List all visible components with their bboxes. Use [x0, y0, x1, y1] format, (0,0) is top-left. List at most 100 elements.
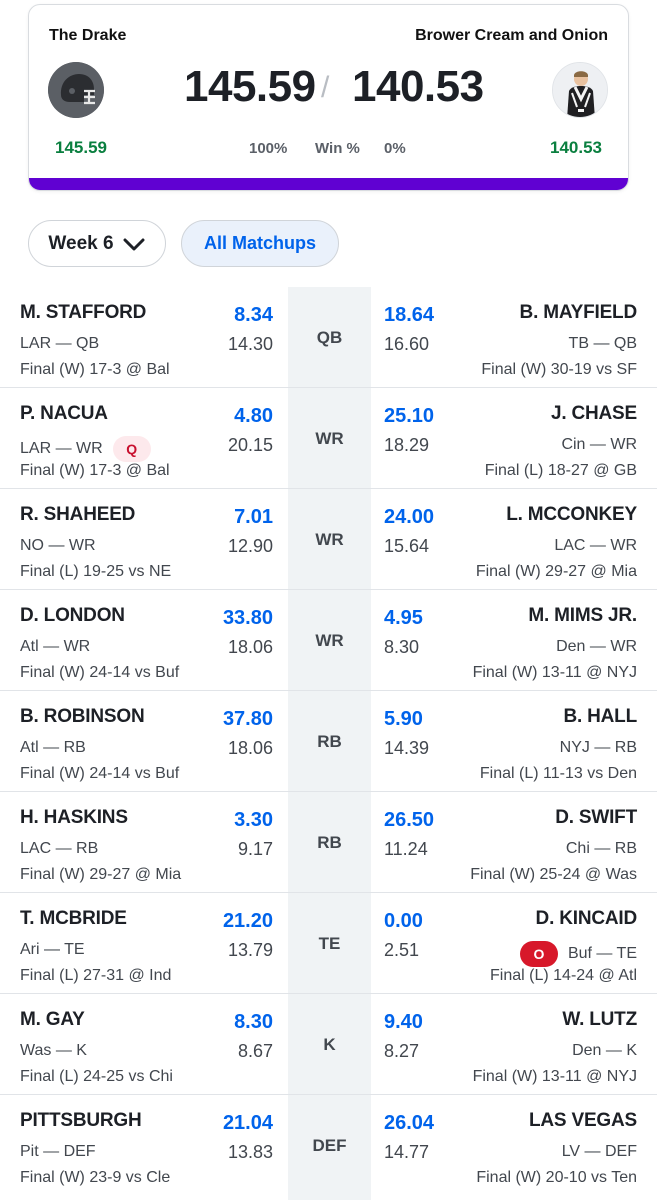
right-player-points[interactable]: 25.10: [384, 405, 434, 428]
win-probability-bar: [29, 178, 628, 190]
right-player-team-label: Den — K: [572, 1042, 637, 1059]
right-player-game-result: Final (L) 11-13 vs Den: [479, 765, 637, 782]
football-helmet-icon[interactable]: [48, 62, 104, 118]
left-win-pct: 100%: [249, 140, 288, 157]
right-injury-badge[interactable]: O: [519, 941, 558, 967]
right-player-game-result: Final (W) 13-11 @ NYJ: [472, 664, 637, 681]
position-label: K: [323, 1035, 336, 1054]
left-player-team: Was — K: [20, 1042, 87, 1060]
position-label: WR: [315, 429, 344, 448]
left-player-projection: 8.67: [237, 1041, 273, 1061]
left-player-projection: 18.06: [227, 738, 273, 758]
right-player-points[interactable]: 24.00: [384, 506, 434, 529]
right-player-game-result: Final (W) 29-27 @ Mia: [475, 563, 637, 580]
left-player-points[interactable]: 8.30: [234, 1011, 273, 1034]
left-player-name[interactable]: T. MCBRIDE: [20, 908, 127, 930]
left-player-name[interactable]: M. GAY: [20, 1009, 85, 1031]
week-selector-button[interactable]: Week 6: [28, 220, 166, 267]
right-player-projection: 14.39: [384, 738, 430, 758]
left-player-team-label: NO — WR: [20, 537, 96, 554]
left-player-points[interactable]: 33.80: [223, 607, 273, 630]
right-player-game-result: Final (L) 14-24 @ Atl: [490, 967, 637, 984]
position-label: QB: [316, 328, 343, 347]
left-team-name[interactable]: The Drake: [49, 27, 126, 45]
left-player-points[interactable]: 7.01: [234, 506, 273, 529]
right-player-team-label: LV — DEF: [561, 1143, 637, 1160]
right-win-pct: 0%: [384, 140, 406, 157]
roster-row: T. MCBRIDE 21.20 Ari — TE 13.79 Final (L…: [0, 893, 657, 994]
right-player-projection: 16.60: [384, 334, 430, 354]
right-player-team-label: Buf — TE: [567, 945, 637, 962]
left-player-game-result: Final (L) 27-31 @ Ind: [20, 967, 172, 984]
right-player-name[interactable]: LAS VEGAS: [529, 1110, 637, 1132]
left-player-name[interactable]: R. SHAHEED: [20, 504, 135, 526]
right-player-points[interactable]: 0.00: [384, 910, 423, 933]
left-player-name[interactable]: PITTSBURGH: [20, 1110, 142, 1132]
right-player-points[interactable]: 26.04: [384, 1112, 434, 1135]
left-player-name[interactable]: H. HASKINS: [20, 807, 128, 829]
right-player-team: Den — K: [572, 1042, 637, 1060]
matchup-score-card[interactable]: The Drake Brower Cream and Onion 145.59 …: [28, 4, 629, 191]
right-player-team: Cin — WR: [561, 436, 637, 454]
left-player-game-result: Final (W) 23-9 vs Cle: [20, 1169, 171, 1186]
left-team-score: 145.59: [184, 62, 316, 111]
right-player-game-result: Final (L) 18-27 @ GB: [484, 462, 637, 479]
person-avatar-icon[interactable]: [552, 62, 608, 118]
left-player-points[interactable]: 4.80: [234, 405, 273, 428]
right-player-game-result: Final (W) 20-10 vs Ten: [476, 1169, 637, 1186]
right-player-points[interactable]: 26.50: [384, 809, 434, 832]
right-player-name[interactable]: W. LUTZ: [562, 1009, 637, 1031]
left-player-game-result: Final (W) 17-3 @ Bal: [20, 462, 170, 479]
right-player-points[interactable]: 4.95: [384, 607, 423, 630]
right-player-team: LV — DEF: [562, 1143, 637, 1161]
right-team-name[interactable]: Brower Cream and Onion: [415, 27, 608, 45]
win-pct-label: Win %: [315, 140, 360, 157]
left-player-name[interactable]: B. ROBINSON: [20, 706, 145, 728]
right-player-points[interactable]: 5.90: [384, 708, 423, 731]
left-player-team-label: Pit — DEF: [20, 1143, 96, 1160]
roster-row: D. LONDON 33.80 Atl — WR 18.06 Final (W)…: [0, 590, 657, 691]
left-player-points[interactable]: 8.34: [234, 304, 273, 327]
right-player-name[interactable]: M. MIMS JR.: [528, 605, 637, 627]
right-player-team-label: Chi — RB: [565, 840, 637, 857]
left-player-team-label: Atl — WR: [20, 638, 91, 655]
right-player-team-label: LAC — WR: [554, 537, 637, 554]
right-player-name[interactable]: D. KINCAID: [536, 908, 638, 930]
left-player-projection: 18.06: [227, 637, 273, 657]
left-player-team: Ari — TE: [20, 941, 85, 959]
right-player-team-label: Cin — WR: [561, 436, 637, 453]
roster-row: PITTSBURGH 21.04 Pit — DEF 13.83 Final (…: [0, 1095, 657, 1196]
right-player-projection: 18.29: [384, 435, 430, 455]
left-player-points[interactable]: 21.04: [223, 1112, 273, 1135]
right-player-projection: 11.24: [384, 839, 428, 859]
right-player-name[interactable]: B. MAYFIELD: [520, 302, 638, 324]
left-player-name[interactable]: D. LONDON: [20, 605, 125, 627]
left-player-team-label: Ari — TE: [20, 941, 85, 958]
right-player-points[interactable]: 9.40: [384, 1011, 423, 1034]
right-player-team: LAC — WR: [554, 537, 637, 555]
right-player-points[interactable]: 18.64: [384, 304, 434, 327]
left-player-name[interactable]: M. STAFFORD: [20, 302, 146, 324]
right-player-name[interactable]: J. CHASE: [551, 403, 637, 425]
left-player-points[interactable]: 3.30: [234, 809, 273, 832]
left-player-team-label: LAR — WR: [20, 440, 103, 457]
right-player-team: NYJ — RB: [560, 739, 637, 757]
left-player-points[interactable]: 37.80: [223, 708, 273, 731]
right-player-game-result: Final (W) 25-24 @ Was: [470, 866, 637, 883]
left-player-team: Pit — DEF: [20, 1143, 96, 1161]
right-player-name[interactable]: L. MCCONKEY: [506, 504, 637, 526]
right-player-name[interactable]: D. SWIFT: [555, 807, 637, 829]
position-label: WR: [315, 530, 344, 549]
roster-row: P. NACUA 4.80 LAR — WR Q 20.15 Final (W)…: [0, 388, 657, 489]
all-matchups-button[interactable]: All Matchups: [181, 220, 339, 267]
left-player-points[interactable]: 21.20: [223, 910, 273, 933]
left-player-projection: 9.17: [237, 839, 273, 859]
right-player-projection: 14.77: [384, 1142, 430, 1162]
roster-row: B. ROBINSON 37.80 Atl — RB 18.06 Final (…: [0, 691, 657, 792]
left-player-name[interactable]: P. NACUA: [20, 403, 108, 425]
left-player-team: Atl — WR: [20, 638, 90, 656]
right-player-team: Den — WR: [556, 638, 637, 656]
right-player-name[interactable]: B. HALL: [563, 706, 637, 728]
left-player-team-label: LAC — RB: [20, 840, 99, 857]
left-injury-badge[interactable]: Q: [112, 436, 151, 462]
